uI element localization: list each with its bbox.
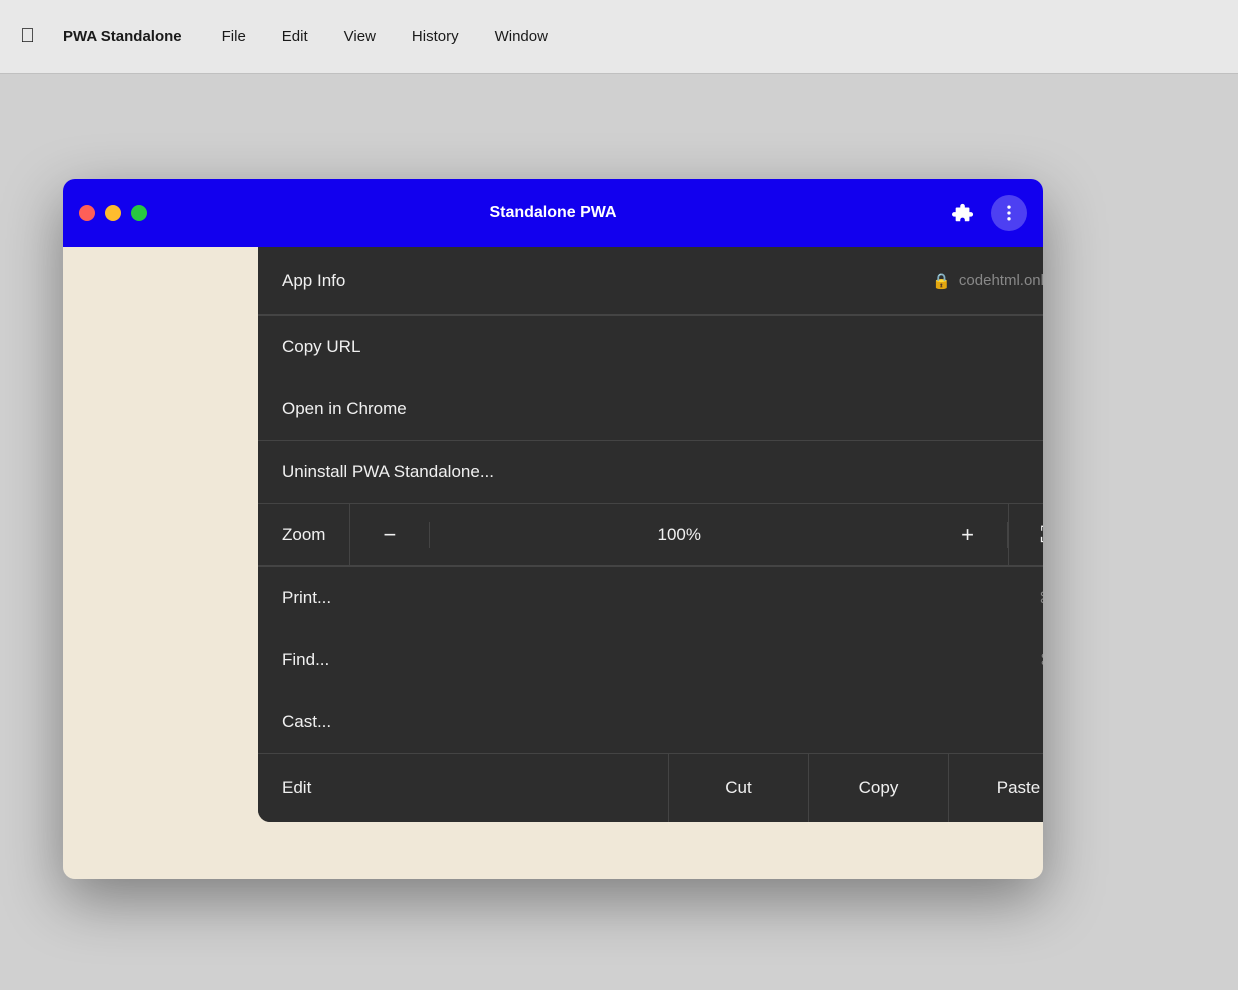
desktop: Standalone PWA bbox=[0, 74, 1238, 990]
cut-label: Cut bbox=[725, 778, 751, 798]
paste-label: Paste bbox=[997, 778, 1040, 798]
menu-history[interactable]: History bbox=[408, 26, 463, 47]
apple-menu-icon[interactable]:  bbox=[20, 25, 35, 48]
app-info-row[interactable]: App Info 🔒 codehtml.online bbox=[258, 247, 1043, 315]
browser-window: Standalone PWA bbox=[63, 179, 1043, 879]
print-section: Print... ⌘P Find... ⌘F Cast... bbox=[258, 567, 1043, 754]
print-right: ⌘P bbox=[1039, 589, 1043, 607]
find-right: ⌘F bbox=[1040, 651, 1043, 669]
cast-label: Cast... bbox=[282, 712, 331, 732]
minimize-button[interactable] bbox=[105, 205, 121, 221]
print-shortcut: ⌘P bbox=[1039, 589, 1043, 607]
puzzle-icon bbox=[952, 202, 974, 224]
app-info-section: App Info 🔒 codehtml.online bbox=[258, 247, 1043, 316]
paste-button[interactable]: Paste bbox=[948, 754, 1043, 822]
cast-item[interactable]: Cast... bbox=[258, 691, 1043, 753]
cut-button[interactable]: Cut bbox=[668, 754, 808, 822]
copy-button[interactable]: Copy bbox=[808, 754, 948, 822]
copy-url-item[interactable]: Copy URL bbox=[258, 316, 1043, 378]
edit-row: Edit Cut Copy Paste bbox=[258, 754, 1043, 822]
uninstall-label: Uninstall PWA Standalone... bbox=[282, 462, 494, 482]
titlebar-actions bbox=[945, 195, 1027, 231]
menu-edit[interactable]: Edit bbox=[278, 26, 312, 47]
zoom-section: Zoom − 100% + ⛶ bbox=[258, 504, 1043, 567]
app-name: PWA Standalone bbox=[63, 28, 182, 45]
print-item[interactable]: Print... ⌘P bbox=[258, 567, 1043, 629]
copy-url-label: Copy URL bbox=[282, 337, 360, 357]
find-item[interactable]: Find... ⌘F bbox=[258, 629, 1043, 691]
zoom-minus-icon: − bbox=[384, 522, 397, 548]
menu-view[interactable]: View bbox=[340, 26, 380, 47]
lock-icon: 🔒 bbox=[932, 272, 951, 290]
menubar:  PWA Standalone File Edit View History … bbox=[0, 0, 1238, 74]
find-label: Find... bbox=[282, 650, 329, 670]
zoom-label: Zoom bbox=[258, 525, 349, 545]
more-options-button[interactable] bbox=[991, 195, 1027, 231]
close-button[interactable] bbox=[79, 205, 95, 221]
zoom-in-button[interactable]: + bbox=[928, 522, 1008, 548]
copy-label: Copy bbox=[859, 778, 899, 798]
uninstall-item[interactable]: Uninstall PWA Standalone... bbox=[258, 441, 1043, 503]
window-title: Standalone PWA bbox=[79, 204, 1027, 222]
dots-icon bbox=[999, 203, 1019, 223]
edit-label: Edit bbox=[258, 778, 668, 798]
zoom-row: Zoom − 100% + ⛶ bbox=[258, 504, 1043, 566]
uninstall-section: Uninstall PWA Standalone... bbox=[258, 441, 1043, 504]
app-info-right: 🔒 codehtml.online bbox=[932, 272, 1043, 290]
find-shortcut: ⌘F bbox=[1040, 651, 1043, 669]
extensions-button[interactable] bbox=[945, 195, 981, 231]
browser-content: App Info 🔒 codehtml.online Copy URL Open… bbox=[63, 247, 1043, 879]
maximize-button[interactable] bbox=[131, 205, 147, 221]
zoom-controls: − 100% + bbox=[350, 522, 1008, 548]
zoom-value: 100% bbox=[430, 525, 928, 545]
open-chrome-item[interactable]: Open in Chrome bbox=[258, 378, 1043, 440]
app-info-label: App Info bbox=[282, 271, 345, 291]
fullscreen-button[interactable]: ⛶ bbox=[1008, 504, 1043, 565]
zoom-out-button[interactable]: − bbox=[350, 522, 430, 548]
open-chrome-label: Open in Chrome bbox=[282, 399, 407, 419]
print-label: Print... bbox=[282, 588, 331, 608]
traffic-lights bbox=[79, 205, 147, 221]
titlebar: Standalone PWA bbox=[63, 179, 1043, 247]
zoom-plus-icon: + bbox=[961, 522, 974, 548]
menu-window[interactable]: Window bbox=[491, 26, 552, 47]
app-info-url: codehtml.online bbox=[959, 272, 1043, 289]
menu-file[interactable]: File bbox=[218, 26, 250, 47]
fullscreen-icon: ⛶ bbox=[1041, 522, 1043, 548]
url-section: Copy URL Open in Chrome bbox=[258, 316, 1043, 441]
dropdown-menu: App Info 🔒 codehtml.online Copy URL Open… bbox=[258, 247, 1043, 822]
